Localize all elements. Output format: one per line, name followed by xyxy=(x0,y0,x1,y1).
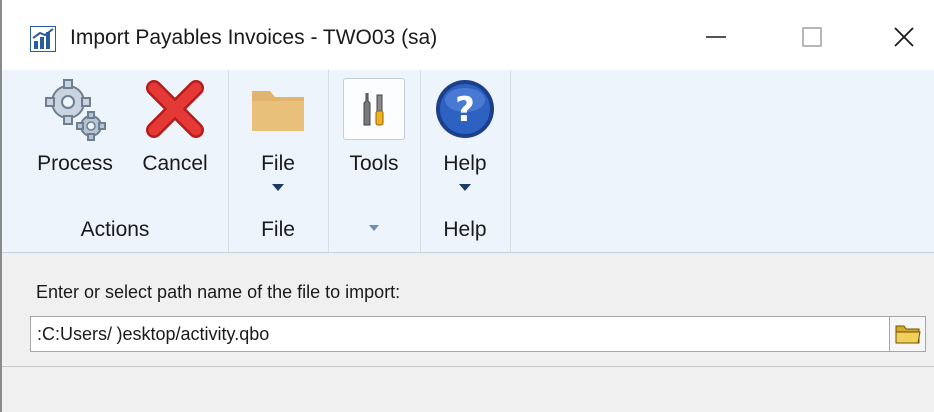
browse-button[interactable] xyxy=(890,316,926,352)
chevron-down-icon xyxy=(459,184,471,191)
path-prompt-label: Enter or select path name of the file to… xyxy=(36,282,401,302)
tools-icon xyxy=(363,93,384,126)
folder-icon xyxy=(895,325,921,344)
ribbon-group-actions: Process Cancel Actions xyxy=(2,70,229,252)
help-button[interactable]: ? Help xyxy=(432,76,498,191)
help-label: Help xyxy=(443,152,487,175)
cancel-label: Cancel xyxy=(142,152,208,175)
file-button[interactable]: File xyxy=(245,76,311,191)
process-label: Process xyxy=(37,152,113,175)
group-label-help: Help xyxy=(443,218,487,241)
red-x-icon xyxy=(146,80,204,138)
tools-button[interactable]: Tools xyxy=(341,76,407,176)
chevron-down-icon xyxy=(272,184,284,191)
footer-divider xyxy=(2,366,934,367)
minimize-icon xyxy=(706,36,726,38)
minimize-button[interactable] xyxy=(692,14,740,60)
ribbon-group-tools: Tools xyxy=(328,70,421,252)
group-label-file: File xyxy=(261,218,295,241)
ribbon: Process Cancel Actions File File Tools ?… xyxy=(2,70,934,253)
process-button[interactable]: Process xyxy=(30,76,120,176)
tools-label: Tools xyxy=(349,152,399,175)
ribbon-group-file: File File xyxy=(228,70,329,252)
folder-icon xyxy=(252,91,304,131)
import-payables-window: Import Payables Invoices - TWO03 (sa) Pr… xyxy=(0,0,934,412)
file-path-input[interactable] xyxy=(30,316,890,352)
window-title: Import Payables Invoices - TWO03 (sa) xyxy=(70,26,438,49)
chart-bars-icon xyxy=(29,25,57,53)
help-question-icon: ? xyxy=(436,80,494,138)
cancel-button[interactable]: Cancel xyxy=(130,76,220,176)
ribbon-group-help: ? Help Help xyxy=(420,70,511,252)
gears-icon xyxy=(45,79,106,141)
file-label: File xyxy=(261,152,295,175)
svg-text:?: ? xyxy=(455,90,475,130)
close-button[interactable] xyxy=(880,14,928,60)
chevron-down-icon xyxy=(369,225,379,231)
title-bar: Import Payables Invoices - TWO03 (sa) xyxy=(2,0,934,70)
maximize-button[interactable] xyxy=(788,14,836,60)
maximize-icon xyxy=(802,27,822,47)
group-options-dropdown[interactable] xyxy=(328,214,420,238)
close-icon xyxy=(894,27,914,47)
group-label-actions: Actions xyxy=(80,218,150,241)
